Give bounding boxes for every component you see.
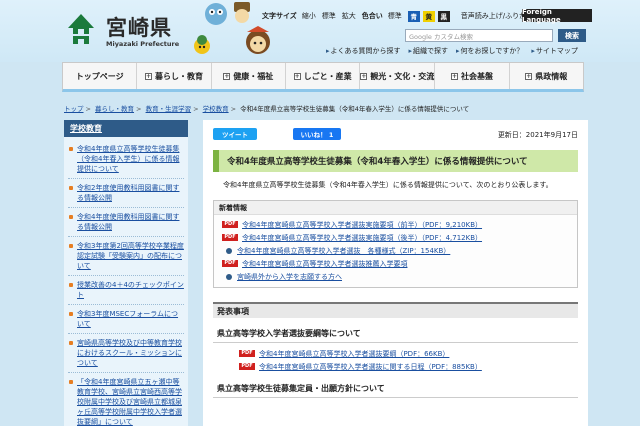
page-title: 令和4年度県立高等学校生徒募集（令和4年春入学生）に係る情報提供について <box>213 150 578 172</box>
news-box: 新着情報 PDF 令和4年度宮崎県立高等学校入学者選抜実施要項（前半）（PDF：… <box>213 200 578 288</box>
breadcrumb-education[interactable]: 教育・生涯学習 <box>146 105 192 113</box>
breadcrumb-current: 令和4年度県立高等学校生徒募集（令和4年春入学生）に係る情報提供について <box>240 105 470 113</box>
list-item: PDF 令和4年度宮崎県立高等学校入学者選抜実施要項（前半）（PDF：9,210… <box>222 218 569 231</box>
news-link[interactable]: 令和4年度宮崎県立高等学校入学者選抜 各種様式（ZIP：154KB） <box>237 246 450 256</box>
plus-icon: + <box>144 72 152 80</box>
gnav-work[interactable]: + しごと・産業 <box>286 63 361 89</box>
press-heading: 発表事項 <box>213 302 578 318</box>
bullet-icon <box>226 273 232 280</box>
news-link[interactable]: 令和4年度宮崎県立高等学校入学者選抜推薦入学要項 <box>242 259 407 269</box>
org-link[interactable]: 組織で探す <box>409 46 448 56</box>
list-item: PDF 令和4年度宮崎県立高等学校入学者選抜推薦入学要項 <box>222 257 569 270</box>
site-header: 宮崎県 Miyazaki Prefecture 文字サイズ 縮小 標準 拡大 色… <box>0 0 640 62</box>
plus-icon: + <box>450 72 458 80</box>
document-link[interactable]: 令和4年度宮崎県立高等学校入学者選抜要綱（PDF：66KB） <box>259 349 449 359</box>
subsection-heading: 県立高等学校入学者選抜要綱等について <box>213 328 578 343</box>
intro-text: 令和4年度県立高等学校生徒募集（令和4年春入学生）に係る情報提供について、次のと… <box>223 181 553 189</box>
news-link[interactable]: 令和4年度宮崎県立高等学校入学者選抜実施要項（後半）（PDF：4,712KB） <box>242 233 482 243</box>
pdf-icon: PDF <box>239 363 255 370</box>
pdf-icon: PDF <box>239 350 255 357</box>
text-size-standard[interactable]: 標準 <box>322 11 336 21</box>
sidebar-item[interactable]: 令和3年度MSECフォーラムについて <box>68 305 184 334</box>
text-size-label: 文字サイズ <box>262 12 297 20</box>
sidebar-title[interactable]: 学校教育 <box>64 120 188 137</box>
news-link[interactable]: 令和4年度宮崎県立高等学校入学者選抜実施要項（前半）（PDF：9,210KB） <box>242 220 482 230</box>
search-input[interactable]: Google カスタム検索 <box>405 29 553 42</box>
global-nav: トップページ + 暮らし・教育 + 健康・福祉 + しごと・産業 + 観光・文化・交流 … <box>62 62 584 92</box>
gnav-tourism[interactable]: + 観光・文化・交流 <box>360 63 436 89</box>
list-item: 令和4年度宮崎県立高等学校入学者選抜 各種様式（ZIP：154KB） <box>222 244 569 257</box>
site-name: 宮崎県 <box>106 15 172 40</box>
list-item: PDF 令和4年度宮崎県立高等学校入学者選抜実施要項（後半）（PDF：4,712… <box>222 231 569 244</box>
color-standard[interactable]: 標準 <box>388 11 402 21</box>
gnav-infrastructure[interactable]: + 社会基盤 <box>435 63 510 89</box>
color-label: 色合い <box>361 12 383 20</box>
gnav-top[interactable]: トップページ <box>63 63 138 89</box>
sitemap-link[interactable]: サイトマップ <box>531 46 578 56</box>
breadcrumb: トップ > 暮らし・教育 > 教育・生涯学習 > 学校教育 > 令和4年度県立高等学校生… <box>64 105 470 113</box>
document-link[interactable]: 令和4年度宮崎県立高等学校入学者選抜に関する日程（PDF：885KB） <box>259 362 482 372</box>
share-row: ツイート いいね！ 1 更新日：2021年9月17日 <box>213 128 578 142</box>
color-blue[interactable]: 青 <box>407 10 420 22</box>
bullet-icon <box>226 247 232 254</box>
search-button[interactable]: 検索 <box>558 29 586 42</box>
subsection-list: PDF 令和4年度宮崎県立高等学校入学者選抜要綱（PDF：66KB） PDF 令… <box>213 343 578 373</box>
sidebar-list: 令和4年度県立高等学校生徒募集（令和4年春入学生）に係る情報提供について 令和2… <box>64 137 188 426</box>
pdf-icon: PDF <box>222 260 238 267</box>
color-yellow[interactable]: 黄 <box>422 10 435 22</box>
text-size-shrink[interactable]: 縮小 <box>302 11 316 21</box>
site-logo[interactable]: 宮崎県 Miyazaki Prefecture <box>64 8 194 52</box>
updated-date: 更新日：2021年9月17日 <box>497 131 578 139</box>
sidebar-item[interactable]: 宮崎県高等学校及び中等教育学校におけるスクール・ミッションについて <box>68 334 184 373</box>
list-item: PDF 令和4年度宮崎県立高等学校入学者選抜要綱（PDF：66KB） <box>239 347 578 360</box>
sidebar-item[interactable]: 令和3年度第2回高等学校卒業程度認定試験「受験案内」の配布について <box>68 237 184 276</box>
site-subtitle: Miyazaki Prefecture <box>106 40 180 48</box>
plus-icon: + <box>525 72 533 80</box>
list-item: 宮崎県外から入学を志願する方へ <box>222 270 569 283</box>
color-black[interactable]: 黒 <box>437 10 450 22</box>
breadcrumb-living[interactable]: 暮らし・教育 <box>95 105 134 113</box>
gnav-health[interactable]: + 健康・福祉 <box>212 63 286 89</box>
header-sub-links: よくある質問から探す 組織で探す 何をお探しですか？ サイトマップ <box>326 46 578 56</box>
pdf-icon: PDF <box>222 221 238 228</box>
text-size-enlarge[interactable]: 拡大 <box>342 11 356 21</box>
news-heading: 新着情報 <box>214 201 577 215</box>
pdf-icon: PDF <box>222 234 238 241</box>
sidebar-item[interactable]: 令和4年度使用教科用図書に関する情報公開 <box>68 208 184 237</box>
subsection-heading: 県立高等学校生徒募集定員・出願方針について <box>213 383 578 398</box>
gnav-government[interactable]: + 県政情報 <box>510 63 583 89</box>
sidebar-item[interactable]: 「令和4年度宮崎県立五ヶ瀬中等教育学校、宮崎県立宮崎西高等学校附属中学校及び宮崎… <box>68 373 184 426</box>
accessibility-toolbar: 文字サイズ 縮小 標準 拡大 色合い 標準 青 黄 黒 音声読み上げ/ふりがな <box>262 10 533 22</box>
faq-link[interactable]: よくある質問から探す <box>326 46 401 56</box>
sidebar-item[interactable]: 授業改善の4＋4のチェックポイント <box>68 276 184 305</box>
plus-icon: + <box>223 72 231 80</box>
sidebar-item[interactable]: 令和4年度県立高等学校生徒募集（令和4年春入学生）に係る情報提供について <box>68 140 184 179</box>
plus-icon: + <box>293 72 301 80</box>
news-link[interactable]: 宮崎県外から入学を志願する方へ <box>237 272 342 282</box>
gnav-living[interactable]: + 暮らし・教育 <box>137 63 212 89</box>
prefecture-emblem-icon <box>68 14 94 44</box>
list-item: PDF 令和4年度宮崎県立高等学校入学者選抜に関する日程（PDF：885KB） <box>239 360 578 373</box>
foreign-language-button[interactable]: Foreign Language <box>522 8 592 24</box>
breadcrumb-top[interactable]: トップ <box>64 105 84 113</box>
tweet-button[interactable]: ツイート <box>213 128 257 140</box>
news-list: PDF 令和4年度宮崎県立高等学校入学者選抜実施要項（前半）（PDF：9,210… <box>214 215 577 287</box>
sidebar-item[interactable]: 令和2年度使用教科用図書に関する情報公開 <box>68 179 184 208</box>
looking-for-link[interactable]: 何をお探しですか？ <box>456 46 524 56</box>
main-content: ツイート いいね！ 1 更新日：2021年9月17日 令和4年度県立高等学校生徒… <box>203 120 588 426</box>
breadcrumb-school[interactable]: 学校教育 <box>203 105 229 113</box>
facebook-like-button[interactable]: いいね！ 1 <box>293 128 341 140</box>
sidebar: 学校教育 令和4年度県立高等学校生徒募集（令和4年春入学生）に係る情報提供につい… <box>64 120 188 426</box>
plus-icon: + <box>360 72 368 80</box>
